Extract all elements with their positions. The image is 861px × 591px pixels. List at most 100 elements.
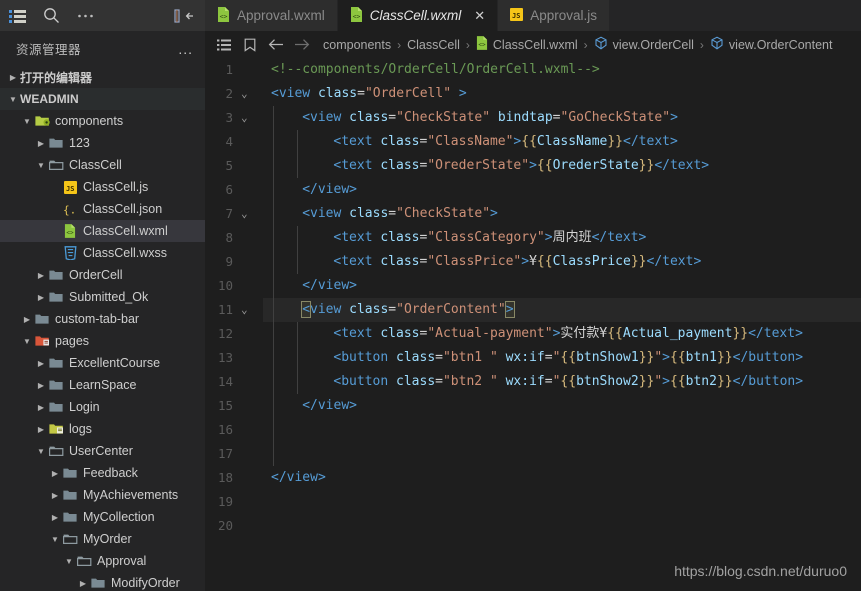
tree-item-123[interactable]: ▶ 123 xyxy=(0,132,205,154)
line-number[interactable]: 14 xyxy=(211,370,233,394)
line-number[interactable]: 2 xyxy=(211,82,233,106)
tree-item-custom-tab-bar[interactable]: ▶ custom-tab-bar xyxy=(0,308,205,330)
line-number[interactable]: 11 xyxy=(211,298,233,322)
line-number[interactable]: 15 xyxy=(211,394,233,418)
tree-item-learnspace[interactable]: ▶ LearnSpace xyxy=(0,374,205,396)
tree-item-myachievements[interactable]: ▶ MyAchievements xyxy=(0,484,205,506)
code-line[interactable]: <button class="btn1 " wx:if="{{btnShow1}… xyxy=(333,346,803,370)
tab-approval-wxml[interactable]: <> Approval.wxml xyxy=(205,0,338,31)
code-line[interactable]: <!--components/OrderCell/OrderCell.wxml-… xyxy=(271,58,600,82)
outline-list-icon[interactable] xyxy=(211,39,237,51)
code-token: "ClassCategory" xyxy=(427,230,545,245)
explorer-list-icon[interactable] xyxy=(0,0,34,31)
line-number[interactable]: 8 xyxy=(211,226,233,250)
code-token: = xyxy=(435,374,443,389)
section-weadmin[interactable]: ▼ WEADMIN xyxy=(0,88,205,110)
code-token: > xyxy=(795,326,803,341)
code-line[interactable]: <text class="OrederState">{{OrederState}… xyxy=(333,154,709,178)
tree-item-excellentcourse[interactable]: ▶ ExcellentCourse xyxy=(0,352,205,374)
fold-chevron-down-icon[interactable]: ⌄ xyxy=(241,298,248,322)
line-number[interactable]: 16 xyxy=(211,418,233,442)
tree-item-myorder[interactable]: ▼ MyOrder xyxy=(0,528,205,550)
fold-chevron-down-icon[interactable]: ⌄ xyxy=(241,82,248,106)
code-line[interactable]: <view class="OrderCell" > xyxy=(271,82,467,106)
tab-classcell-wxml[interactable]: <> ClassCell.wxml ✕ xyxy=(337,0,499,31)
fold-chevron-down-icon[interactable]: ⌄ xyxy=(241,202,248,226)
tree-item-label: Approval xyxy=(97,554,147,568)
folder-icon xyxy=(48,357,64,369)
line-number[interactable]: 18 xyxy=(211,466,233,490)
tree-item-submitted-ok[interactable]: ▶ Submitted_Ok xyxy=(0,286,205,308)
line-number[interactable]: 5 xyxy=(211,154,233,178)
arrow-left-icon[interactable] xyxy=(263,38,289,51)
section-open-editors[interactable]: ▶ 打开的编辑器 xyxy=(0,66,205,88)
tree-item-classcell[interactable]: ▼ ClassCell xyxy=(0,154,205,176)
line-number-gutter[interactable]: 1 2 ⌄ 3 ⌄ 4 5 6 7 ⌄ 8 9 10 11 ⌄ 12 13 14 15 16 17 18 19 20 xyxy=(205,58,263,591)
breadcrumb-item-components[interactable]: components xyxy=(323,38,391,52)
line-number[interactable]: 12 xyxy=(211,322,233,346)
code-line[interactable]: <view class="CheckState" bindtap="GoChec… xyxy=(302,106,678,130)
line-number[interactable]: 1 xyxy=(211,58,233,82)
tree-item-label: UserCenter xyxy=(69,444,133,458)
line-number[interactable]: 20 xyxy=(211,514,233,538)
tree-item-ordercell[interactable]: ▶ OrderCell xyxy=(0,264,205,286)
line-number[interactable]: 9 xyxy=(211,250,233,274)
tree-item-login[interactable]: ▶ Login xyxy=(0,396,205,418)
tree-item-usercenter[interactable]: ▼ UserCenter xyxy=(0,440,205,462)
bookmark-icon[interactable] xyxy=(237,38,263,52)
code-line[interactable]: <view class="OrderContent"> xyxy=(301,298,515,322)
breadcrumb-item-symbol-ordercell[interactable]: view.OrderCell xyxy=(594,36,694,53)
tab-bar: <> Approval.wxml <> ClassCell.wxml ✕ JS … xyxy=(205,0,861,31)
tree-item-classcell-json[interactable]: {..} ClassCell.json xyxy=(0,198,205,220)
vscode-window: <> Approval.wxml <> ClassCell.wxml ✕ JS … xyxy=(0,0,861,591)
tree-item-classcell-wxml[interactable]: <> ClassCell.wxml xyxy=(0,220,205,242)
line-number[interactable]: 10 xyxy=(211,274,233,298)
code-token: "GoCheckState" xyxy=(560,110,671,125)
tree-item-modifyorder[interactable]: ▶ ModifyOrder xyxy=(0,572,205,591)
code-line[interactable]: <text class="ClassName">{{ClassName}}</t… xyxy=(333,130,677,154)
tree-item-components[interactable]: ▼ components xyxy=(0,110,205,132)
line-number[interactable]: 3 xyxy=(211,106,233,130)
code-line[interactable]: <text class="ClassPrice">¥{{ClassPrice}}… xyxy=(333,250,701,274)
tree-item-classcell-wxss[interactable]: ClassCell.wxss xyxy=(0,242,205,264)
code-line[interactable]: <view class="CheckState"> xyxy=(302,202,498,226)
code-line[interactable]: </view> xyxy=(302,274,357,298)
tree-item-label: MyOrder xyxy=(83,532,132,546)
code-line[interactable]: <button class="btn2 " wx:if="{{btnShow2}… xyxy=(333,370,803,394)
tree-item-pages[interactable]: ▼ pages xyxy=(0,330,205,352)
line-number[interactable]: 17 xyxy=(211,442,233,466)
tree-item-mycollection[interactable]: ▶ MyCollection xyxy=(0,506,205,528)
tree-item-label: logs xyxy=(69,422,92,436)
close-icon[interactable]: ✕ xyxy=(474,9,485,22)
line-number[interactable]: 7 xyxy=(211,202,233,226)
code-line[interactable]: <text class="ClassCategory">周内班</text> xyxy=(333,226,646,250)
more-actions-icon[interactable] xyxy=(68,0,102,31)
arrow-right-icon[interactable] xyxy=(289,38,315,51)
code-editor[interactable]: 1 2 ⌄ 3 ⌄ 4 5 6 7 ⌄ 8 9 10 11 ⌄ 12 13 14 15 16 17 18 19 20 <!--… xyxy=(205,58,861,591)
search-icon[interactable] xyxy=(34,0,68,31)
breadcrumb-item-file[interactable]: <> ClassCell.wxml xyxy=(476,36,578,53)
explorer-more-icon[interactable]: ... xyxy=(178,41,193,57)
tree-item-feedback[interactable]: ▶ Feedback xyxy=(0,462,205,484)
code-line[interactable]: <text class="Actual-payment">实付款¥{{Actua… xyxy=(333,322,803,346)
code-line[interactable]: </view> xyxy=(302,394,357,418)
line-number[interactable]: 6 xyxy=(211,178,233,202)
collapse-sidebar-icon[interactable] xyxy=(173,0,197,31)
tree-item-classcell-js[interactable]: JS ClassCell.js xyxy=(0,176,205,198)
code-line[interactable]: </view> xyxy=(302,178,357,202)
breadcrumb-item-symbol-ordercontent[interactable]: view.OrderContent xyxy=(710,36,832,53)
code-content[interactable]: <!--components/OrderCell/OrderCell.wxml-… xyxy=(263,58,861,591)
line-number[interactable]: 19 xyxy=(211,490,233,514)
code-token: </ xyxy=(732,374,749,389)
line-number[interactable]: 4 xyxy=(211,130,233,154)
code-token: > xyxy=(504,301,515,318)
fold-chevron-down-icon[interactable]: ⌄ xyxy=(241,106,248,130)
breadcrumb-item-classcell[interactable]: ClassCell xyxy=(407,38,460,52)
tree-item-approval[interactable]: ▼ Approval xyxy=(0,550,205,572)
line-number[interactable]: 13 xyxy=(211,346,233,370)
indent-guide xyxy=(297,130,298,178)
code-line[interactable]: </view> xyxy=(271,466,326,490)
tree-item-logs[interactable]: ▶ logs xyxy=(0,418,205,440)
code-token: {{ xyxy=(536,158,553,173)
tab-approval-js[interactable]: JS Approval.js xyxy=(498,0,610,31)
